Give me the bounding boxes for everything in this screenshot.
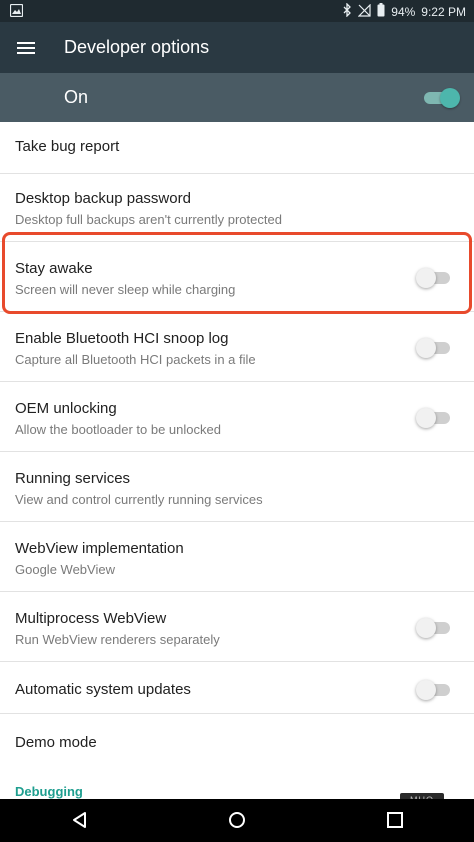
setting-title: WebView implementation <box>15 540 184 557</box>
battery-percent: 94% <box>391 4 416 19</box>
setting-title: Multiprocess WebView <box>15 610 167 627</box>
setting-running-services[interactable]: Running services View and control curren… <box>0 452 474 522</box>
bluetooth-hci-toggle[interactable] <box>416 338 450 358</box>
setting-bluetooth-hci-snoop-log[interactable]: Enable Bluetooth HCI snoop log Capture a… <box>0 312 474 382</box>
no-signal-icon <box>357 3 371 20</box>
setting-desktop-backup-password[interactable]: Desktop backup password Desktop full bac… <box>0 174 474 242</box>
page-title: Developer options <box>64 37 210 57</box>
setting-subtitle: Capture all Bluetooth HCI packets in a f… <box>15 352 256 367</box>
master-switch-label: On <box>64 87 89 107</box>
master-switch-bar[interactable]: On <box>0 73 474 122</box>
setting-title: Demo mode <box>15 734 97 751</box>
automatic-updates-toggle[interactable] <box>416 680 450 700</box>
setting-automatic-system-updates[interactable]: Automatic system updates <box>0 662 474 714</box>
setting-demo-mode[interactable]: Demo mode <box>0 714 474 768</box>
back-icon[interactable] <box>70 810 90 830</box>
setting-take-bug-report[interactable]: Take bug report <box>0 122 474 174</box>
multiprocess-webview-toggle[interactable] <box>416 618 450 638</box>
section-header-debugging: Debugging <box>15 784 83 799</box>
bluetooth-icon <box>343 2 352 20</box>
setting-subtitle: Google WebView <box>15 562 115 577</box>
navigation-bar <box>0 799 474 842</box>
recents-icon[interactable] <box>385 810 405 830</box>
stay-awake-toggle[interactable] <box>416 268 450 288</box>
setting-multiprocess-webview[interactable]: Multiprocess WebView Run WebView rendere… <box>0 592 474 662</box>
clock: 9:22 PM <box>421 4 466 19</box>
app-bar: Developer options <box>0 22 474 73</box>
hamburger-menu-icon[interactable] <box>14 36 38 60</box>
setting-subtitle: Screen will never sleep while charging <box>15 282 236 297</box>
setting-subtitle: Desktop full backups aren't currently pr… <box>15 212 282 227</box>
setting-title: OEM unlocking <box>15 400 117 417</box>
setting-oem-unlocking[interactable]: OEM unlocking Allow the bootloader to be… <box>0 382 474 452</box>
setting-title: Take bug report <box>15 138 120 155</box>
image-notification-icon <box>10 4 23 17</box>
setting-stay-awake[interactable]: Stay awake Screen will never sleep while… <box>0 242 474 312</box>
battery-icon <box>377 3 385 20</box>
setting-title: Running services <box>15 470 131 487</box>
setting-title: Desktop backup password <box>15 190 191 207</box>
setting-title: Enable Bluetooth HCI snoop log <box>15 330 229 347</box>
setting-subtitle: View and control currently running servi… <box>15 492 263 507</box>
setting-title: Stay awake <box>15 260 93 277</box>
setting-subtitle: Run WebView renderers separately <box>15 632 220 647</box>
setting-title: Automatic system updates <box>15 681 191 698</box>
master-switch-toggle[interactable] <box>424 88 460 108</box>
oem-unlocking-toggle[interactable] <box>416 408 450 428</box>
setting-webview-implementation[interactable]: WebView implementation Google WebView <box>0 522 474 592</box>
home-icon[interactable] <box>227 810 247 830</box>
status-bar: 94% 9:22 PM <box>0 0 474 22</box>
setting-subtitle: Allow the bootloader to be unlocked <box>15 422 221 437</box>
